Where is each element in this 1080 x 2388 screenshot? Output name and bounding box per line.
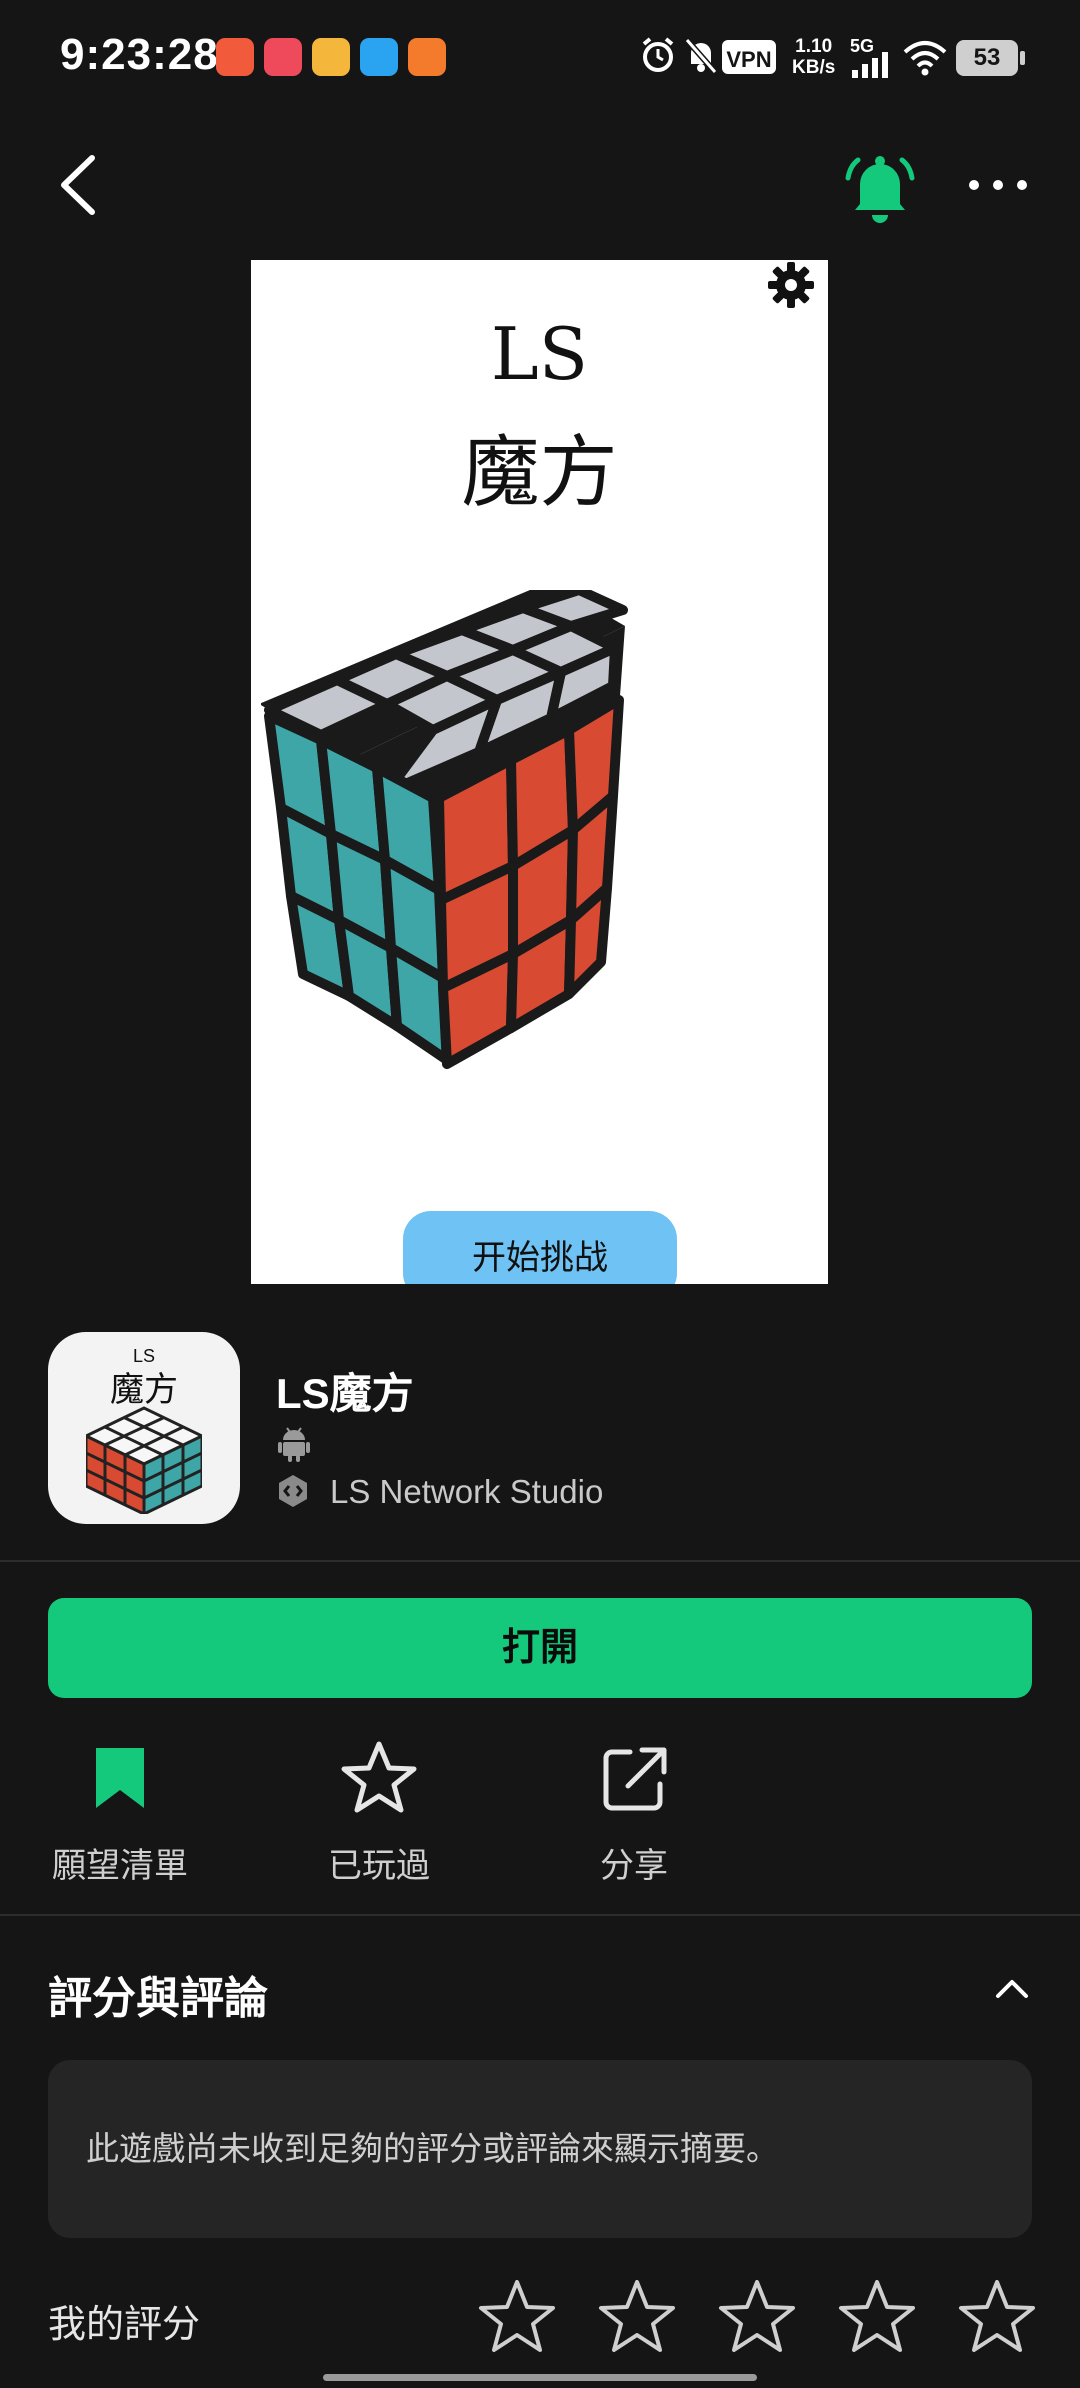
android-platform-icon: [278, 1427, 310, 1462]
ratings-summary-text: 此遊戲尚未收到足夠的評分或評論來顯示摘要。: [86, 2130, 779, 2167]
star-outline-icon: [341, 1741, 417, 1813]
share-icon: [603, 1747, 667, 1811]
mute-notification-icon: [684, 38, 718, 74]
developer-icon: [279, 1475, 307, 1507]
rating-star-4[interactable]: [838, 2278, 916, 2356]
rating-star-3[interactable]: [718, 2278, 796, 2356]
battery-indicator: 53: [956, 40, 1025, 76]
network-speed: 1.10 KB/s: [792, 36, 836, 78]
share-label: 分享: [600, 1847, 668, 1885]
app-screenshot-carousel[interactable]: LS 魔方 开始挑战: [251, 260, 828, 1284]
my-rating-label: 我的評分: [48, 2304, 201, 2346]
screenshot-title-magic-cube: 魔方: [461, 428, 618, 518]
rubiks-cube-image: [261, 590, 628, 1069]
divider: [0, 1914, 1080, 1916]
photo-app-notification-icon: [408, 38, 446, 76]
home-indicator[interactable]: [323, 2374, 757, 2381]
wishlist-button[interactable]: 願望清單: [20, 1740, 220, 1890]
app-name: LS魔方: [276, 1370, 414, 1417]
weibo-notification-icon: [312, 38, 350, 76]
status-time: 9:23:28: [60, 30, 219, 79]
vpn-badge: VPN: [722, 40, 776, 74]
ratings-section-title: 評分與評論: [48, 1974, 268, 2023]
back-button[interactable]: [52, 150, 112, 220]
divider: [0, 1560, 1080, 1562]
share-button[interactable]: 分享: [534, 1740, 734, 1890]
app-icon-cube: [86, 1406, 202, 1514]
wifi-icon: [903, 41, 947, 76]
played-label: 已玩過: [328, 1847, 430, 1885]
more-options-button[interactable]: [966, 168, 1030, 202]
app-icon: LS 魔方: [48, 1332, 240, 1524]
rating-star-5[interactable]: [958, 2278, 1036, 2356]
notification-bell-button[interactable]: [840, 148, 920, 228]
start-challenge-button-preview: 开始挑战: [403, 1211, 677, 1284]
developer-name[interactable]: LS Network Studio: [330, 1473, 603, 1511]
rating-star-2[interactable]: [598, 2278, 676, 2356]
alarm-icon: [642, 37, 674, 72]
video-app-notification-icon: [264, 38, 302, 76]
rating-star-1[interactable]: [478, 2278, 556, 2356]
played-button[interactable]: 已玩過: [279, 1740, 479, 1890]
browser-notification-icon: [360, 38, 398, 76]
signal-icon: [852, 52, 888, 78]
settings-gear-icon: [768, 262, 814, 308]
wishlist-label: 願望清單: [52, 1847, 188, 1885]
collapse-chevron-button[interactable]: [990, 1966, 1034, 2010]
screenshot-title-ls: LS: [490, 312, 589, 396]
app-notification-icon: [216, 38, 254, 76]
bookmark-icon: [96, 1748, 144, 1808]
open-button[interactable]: 打開: [48, 1598, 1032, 1698]
ratings-summary-card: 此遊戲尚未收到足夠的評分或評論來顯示摘要。: [48, 2060, 1032, 2238]
